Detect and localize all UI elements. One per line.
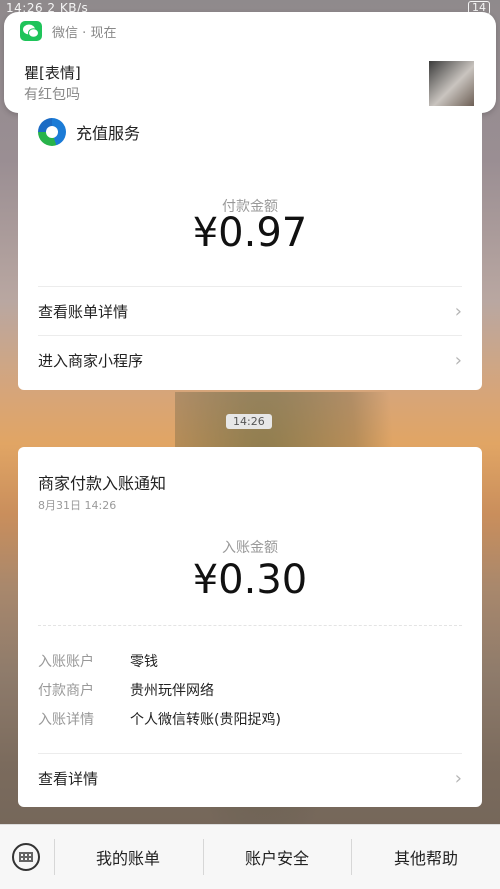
- detail-value: 贵州玩伴网络: [130, 683, 214, 699]
- payment-card: 充值服务 付款金额 ¥0.97 查看账单详情 › 进入商家小程序 ›: [18, 110, 482, 390]
- view-details-label: 查看详情: [38, 770, 99, 788]
- divider: [38, 625, 462, 626]
- keyboard-icon[interactable]: [12, 843, 40, 871]
- view-bill-details-label: 查看账单详情: [38, 303, 129, 321]
- detail-row: 付款商户 贵州玩伴网络: [38, 680, 214, 700]
- notification-app-name: 微信: [52, 26, 79, 41]
- receipt-amount: ¥0.30: [192, 557, 308, 603]
- view-bill-details-link[interactable]: 查看账单详情 ›: [38, 286, 462, 336]
- detail-key: 入账账户: [38, 654, 94, 670]
- enter-mini-program-link[interactable]: 进入商家小程序 ›: [38, 335, 462, 385]
- service-logo-icon: [38, 118, 66, 146]
- avatar: [429, 61, 474, 106]
- notification-time: 现在: [90, 26, 117, 41]
- detail-value: 个人微信转账(贵阳捉鸡): [130, 712, 281, 728]
- nav-account-security[interactable]: 账户安全: [203, 825, 351, 889]
- nav-my-bills[interactable]: 我的账单: [54, 825, 202, 889]
- receipt-date: 8月31日 14:26: [38, 499, 117, 512]
- receipt-amount-label: 入账金额: [222, 540, 278, 556]
- message-notification[interactable]: 微信 · 现在 瞿[表情] 有红包吗: [4, 12, 496, 113]
- notification-meta: 微信 · 现在: [52, 22, 116, 41]
- detail-value: 零钱: [130, 654, 158, 670]
- message-timestamp: 14:26: [226, 414, 272, 429]
- chevron-right-icon: ›: [454, 301, 462, 322]
- detail-row: 入账账户 零钱: [38, 651, 158, 671]
- bottom-navigation: 我的账单 账户安全 其他帮助: [0, 824, 500, 889]
- service-name: 充值服务: [76, 124, 141, 143]
- detail-key: 入账详情: [38, 712, 94, 728]
- receipt-card: 商家付款入账通知 8月31日 14:26 入账金额 ¥0.30 入账账户 零钱 …: [18, 447, 482, 807]
- detail-row: 入账详情 个人微信转账(贵阳捉鸡): [38, 709, 281, 729]
- view-details-link[interactable]: 查看详情 ›: [38, 753, 462, 803]
- payment-amount: ¥0.97: [192, 210, 308, 256]
- chevron-right-icon: ›: [454, 768, 462, 789]
- notification-body: 有红包吗: [24, 87, 80, 103]
- detail-key: 付款商户: [38, 683, 94, 699]
- enter-mini-program-label: 进入商家小程序: [38, 352, 144, 370]
- receipt-title: 商家付款入账通知: [38, 474, 167, 493]
- chevron-right-icon: ›: [454, 350, 462, 371]
- notification-separator: ·: [82, 26, 87, 41]
- wechat-glyph-icon: [23, 24, 39, 38]
- wechat-icon: [20, 21, 42, 41]
- service-brand: 充值服务: [38, 118, 140, 146]
- notification-title: 瞿[表情]: [24, 64, 81, 82]
- nav-other-help[interactable]: 其他帮助: [352, 825, 500, 889]
